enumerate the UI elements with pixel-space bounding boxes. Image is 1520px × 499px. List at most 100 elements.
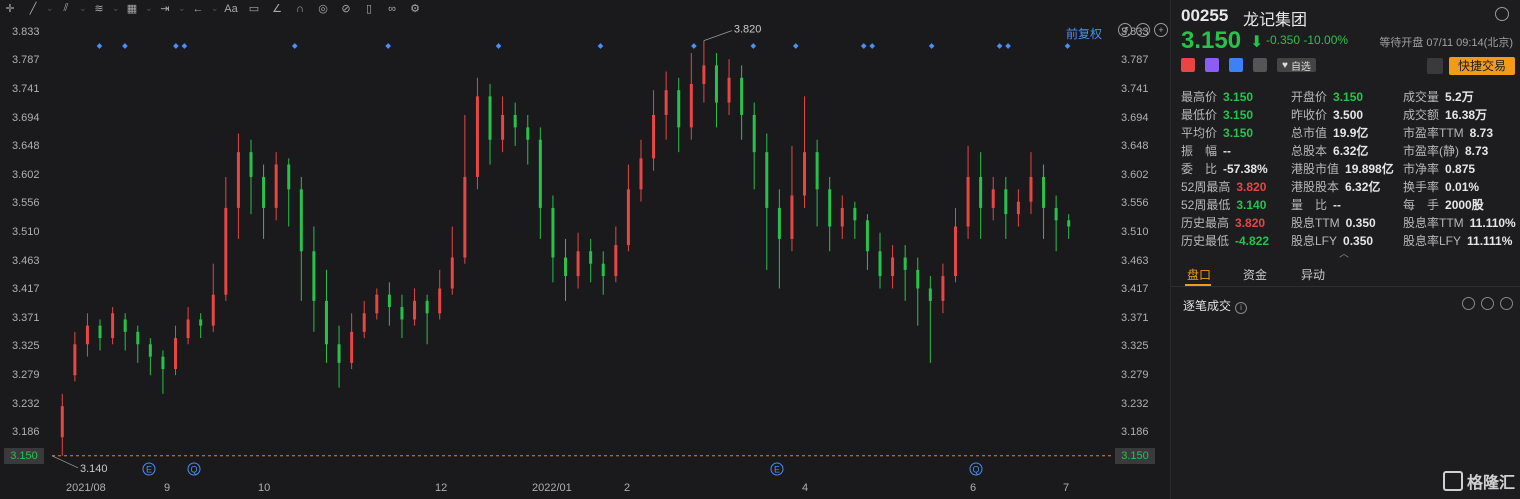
candle-body [891,257,895,277]
stat-label: 量 比 [1291,198,1328,212]
channel-icon[interactable]: ⫽ [56,2,76,16]
quick-trade-button[interactable]: 快捷交易 [1449,57,1515,75]
stat-value: 3.500 [1333,108,1364,122]
stat-value: 6.32亿 [1333,144,1369,158]
candle-body [362,313,366,332]
candle-body [387,294,391,308]
candle-body [123,319,127,332]
price-tick-label: 3.648 [12,140,40,153]
magnet-icon[interactable]: ∩ [290,2,310,16]
stat-item: 市净率 0.875 [1403,160,1475,177]
tab-2[interactable]: 异动 [1301,266,1325,283]
stat-item: 总股本 6.32亿 [1291,142,1368,159]
dropdown-caret-icon[interactable]: ⌄ [211,3,219,14]
reset-icon[interactable]: ↺ [1118,23,1132,37]
info-icon[interactable]: i [1235,302,1248,314]
market-status: 等待开盘 07/11 09:14(北京) [1379,37,1513,49]
stat-label: 平均价 [1181,126,1218,140]
candle-body [777,207,781,239]
measure-icon[interactable]: ▦ [122,2,142,16]
event-marker [792,43,799,49]
arrow-icon[interactable]: ← [188,2,208,16]
more-icon[interactable] [1462,297,1475,310]
pen-icon[interactable]: ∠ [267,2,287,16]
price-tick-label: 3.186 [1121,426,1149,439]
dropdown-caret-icon[interactable]: ⌄ [112,3,120,14]
zoom-out-icon[interactable]: − [1136,23,1150,37]
lightning-icon[interactable] [1205,58,1219,72]
fibonacci-icon[interactable]: ≋ [89,2,109,16]
tab-1[interactable]: 资金 [1243,266,1267,283]
trendline-icon[interactable]: ╱ [23,2,43,16]
settings-icon[interactable]: ⚙ [405,2,425,16]
candle-body [224,207,228,295]
candle-body [803,152,807,196]
stat-label: 成交量 [1403,90,1440,104]
tab-0[interactable]: 盘口 [1187,266,1211,283]
dropdown-caret-icon[interactable]: ⌄ [46,3,54,14]
comment-icon[interactable]: ▭ [244,2,264,16]
current-price-tag: 3.150 [4,447,44,464]
price-tick-label: 3.648 [1121,140,1149,153]
price-tick-label: 3.279 [1121,368,1149,381]
tick-trades-title: 逐笔成交 [1183,299,1232,313]
candlestick-chart[interactable]: 3.820 3.140 E Q E Q [52,17,1111,482]
range-icon[interactable]: ⇥ [155,2,175,16]
stat-item: 市盈率TTM 8.73 [1403,124,1493,141]
expand-icon[interactable] [1500,297,1513,310]
event-marker [996,43,1003,49]
dropdown-caret-icon[interactable]: ⌄ [178,3,186,14]
price-tick-label: 3.417 [1121,283,1149,296]
candle-body [98,325,102,339]
hk-flag-icon [1181,58,1195,72]
price-tick-label: 3.371 [1121,311,1149,324]
stat-item: 每 手 2000股 [1403,196,1484,213]
stat-value: 19.9亿 [1333,126,1369,140]
stat-label: 总股本 [1291,144,1328,158]
candle-body [702,65,706,84]
brand-logo: 格隆汇 [1442,469,1515,493]
candle-body [865,220,869,252]
price-tick-label: 3.556 [12,197,40,210]
stat-value: -- [1223,144,1232,158]
price-tick-label: 3.787 [12,54,40,67]
change-percent: -10.00% [1303,33,1349,47]
candle-body [1067,220,1071,227]
adjust-mode-button[interactable]: 前复权 [1066,25,1102,42]
event-letter: E [146,465,152,475]
price-tick-label: 3.556 [1121,197,1149,210]
zoom-in-icon[interactable]: + [1154,23,1168,37]
hide-icon[interactable]: ⊘ [336,2,356,16]
dropdown-caret-icon[interactable]: ⌄ [145,3,153,14]
candle-body [551,207,555,258]
watchlist-button[interactable]: ♥ 自选 [1277,58,1316,73]
candle-body [979,176,983,208]
stat-item: 换手率 0.01% [1403,178,1479,195]
stat-item: 股息TTM 0.350 [1291,214,1376,231]
trash-icon[interactable]: ▯ [359,2,379,16]
notes-icon[interactable] [1253,58,1267,72]
stat-item: 港股市值 19.898亿 [1291,160,1394,177]
link-icon[interactable]: ∞ [382,2,402,16]
gear-icon[interactable] [1495,7,1509,21]
eye-icon[interactable]: ◎ [313,2,333,16]
price-tick-label: 3.741 [12,82,40,95]
crosshair-icon[interactable]: ✛ [0,2,20,16]
stat-item: 总市值 19.9亿 [1291,124,1368,141]
stat-item: 股息率LFY 11.111% [1403,232,1512,249]
bell-icon[interactable] [1427,58,1443,74]
tag-icon[interactable] [1229,58,1243,72]
chevron-up-icon[interactable]: ︿ [1339,245,1349,260]
candle-body [337,344,341,363]
layout-icon[interactable] [1481,297,1494,310]
stat-label: 振 幅 [1181,144,1218,158]
current-price-tag: 3.150 [1115,447,1155,464]
stat-value: 11.111% [1467,234,1513,248]
candle-body [375,294,379,314]
stat-label: 每 手 [1403,198,1440,212]
stat-label: 最高价 [1181,90,1218,104]
candle-body [765,152,769,208]
dropdown-caret-icon[interactable]: ⌄ [79,3,87,14]
candle-body [1016,201,1020,215]
text-icon[interactable]: Aa [221,2,241,16]
